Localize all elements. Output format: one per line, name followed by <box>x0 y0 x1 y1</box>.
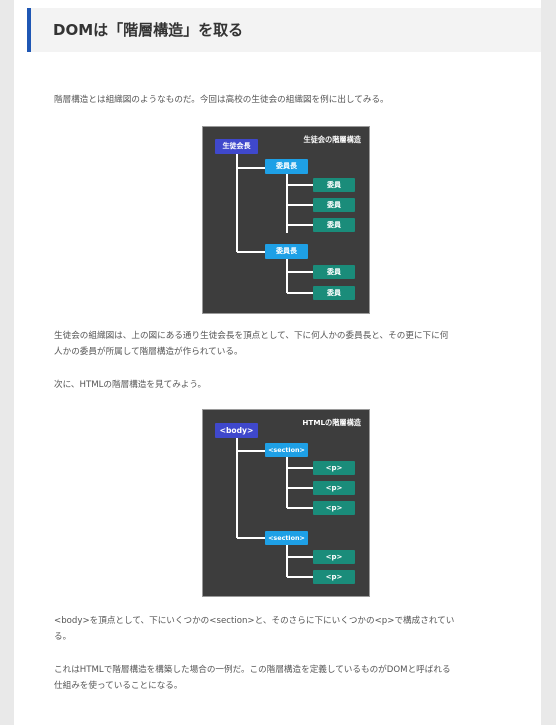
student-council-diagram: 生徒会の階層構造 生徒会長 委員長 委員長 委員 委員 委員 委員 委員 <box>202 126 370 314</box>
node-body: <body> <box>215 423 258 438</box>
paragraph-4-line-1: <body>を頂点として、下にいくつかの<section>と、そのさらに下にいく… <box>54 616 455 626</box>
paragraph-5-line-1: これはHTMLで階層構造を構築した場合の一例だ。この階層構造を定義しているものが… <box>54 665 451 675</box>
node-member: 委員 <box>313 218 355 232</box>
section-heading-text: DOMは「階層構造」を取る <box>53 21 244 39</box>
node-p: <p> <box>313 481 355 495</box>
node-p: <p> <box>313 461 355 475</box>
node-p: <p> <box>313 550 355 564</box>
html-structure-diagram: HTMLの階層構造 <body> <section> <section> <p>… <box>202 409 370 597</box>
node-member: 委員 <box>313 265 355 279</box>
section-heading: DOMは「階層構造」を取る <box>27 8 541 52</box>
paragraph-1: 階層構造とは組織図のようなものだ。今回は高校の生徒会の組織図を例に出してみる。 <box>54 95 389 105</box>
node-section-1: <section> <box>265 443 308 457</box>
node-member: 委員 <box>313 286 355 300</box>
diagram-title: HTMLの階層構造 <box>302 418 361 427</box>
node-member: 委員 <box>313 198 355 212</box>
paragraph-2-line-2: 人かの委員が所属して階層構造が作られている。 <box>54 347 243 357</box>
paragraph-3: 次に、HTMLの階層構造を見てみよう。 <box>54 380 207 390</box>
node-p: <p> <box>313 570 355 584</box>
node-chair-2: 委員長 <box>265 244 308 259</box>
paragraph-5-line-2: 仕組みを使っていることになる。 <box>54 681 183 691</box>
paragraph-2-line-1: 生徒会の組織図は、上の図にある通り生徒会長を頂点として、下に何人かの委員長と、そ… <box>54 331 449 341</box>
node-president: 生徒会長 <box>215 139 258 154</box>
article-page: DOMは「階層構造」を取る 階層構造とは組織図のようなものだ。今回は高校の生徒会… <box>14 0 541 725</box>
paragraph-4-line-2: る。 <box>54 632 72 642</box>
node-chair-1: 委員長 <box>265 159 308 174</box>
diagram-title: 生徒会の階層構造 <box>303 135 361 144</box>
node-member: 委員 <box>313 178 355 192</box>
node-section-2: <section> <box>265 531 308 545</box>
node-p: <p> <box>313 501 355 515</box>
